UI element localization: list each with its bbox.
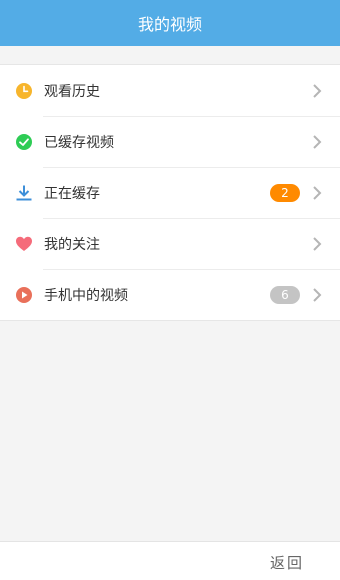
- chevron-right-icon: [312, 236, 326, 252]
- download-icon: [15, 184, 33, 202]
- chevron-right-icon: [312, 83, 326, 99]
- heart-icon: [15, 235, 33, 253]
- bottom-bar: 返回: [0, 541, 340, 580]
- menu-item-label: 正在缓存: [44, 185, 100, 202]
- clock-icon: [15, 82, 33, 100]
- menu-item-label: 手机中的视频: [44, 287, 128, 304]
- menu-item-caching[interactable]: 正在缓存 2: [0, 167, 340, 218]
- menu-item-label: 已缓存视频: [44, 134, 114, 151]
- page-title: 我的视频: [137, 15, 202, 34]
- chevron-right-icon: [312, 287, 326, 303]
- chevron-right-icon: [312, 185, 326, 201]
- menu-item-watch-history[interactable]: 观看历史: [0, 65, 340, 116]
- back-button[interactable]: 返回: [270, 552, 304, 573]
- video-menu-list: 观看历史 已缓存视频 正在缓存 2 我的关注 手机中的视频 6: [0, 64, 340, 321]
- check-circle-icon: [15, 133, 33, 151]
- chevron-right-icon: [312, 134, 326, 150]
- menu-item-phone-videos[interactable]: 手机中的视频 6: [0, 269, 340, 320]
- menu-item-label: 观看历史: [44, 83, 100, 100]
- menu-item-cached-videos[interactable]: 已缓存视频: [0, 116, 340, 167]
- count-badge: 2: [270, 183, 300, 202]
- play-circle-icon: [15, 286, 33, 304]
- menu-item-following[interactable]: 我的关注: [0, 218, 340, 269]
- app-header: 我的视频: [0, 0, 340, 46]
- menu-item-label: 我的关注: [44, 236, 100, 253]
- count-badge: 6: [270, 285, 300, 304]
